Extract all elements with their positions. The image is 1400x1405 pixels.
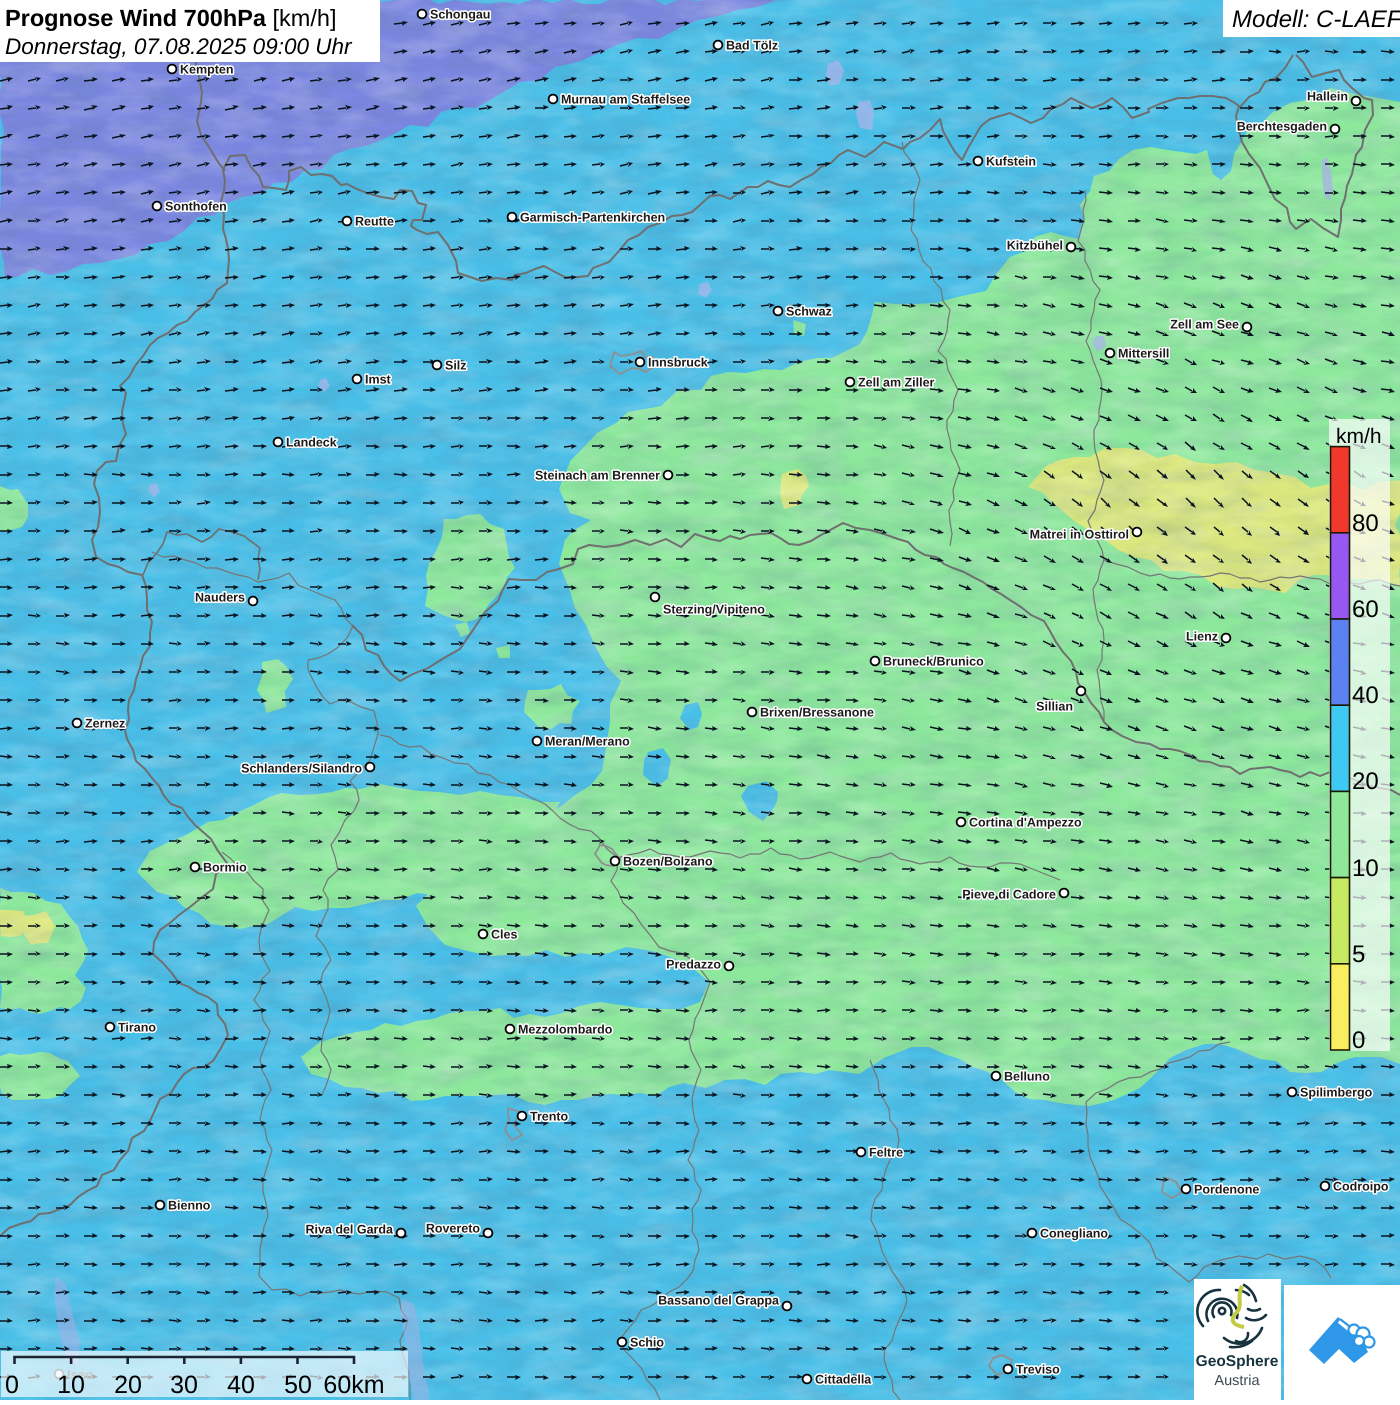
svg-text:Reutte: Reutte: [355, 215, 394, 229]
svg-text:Sonthofen: Sonthofen: [165, 200, 227, 214]
svg-text:Schwaz: Schwaz: [786, 305, 832, 319]
svg-text:Bad Tölz: Bad Tölz: [726, 39, 778, 53]
svg-text:Cittadella: Cittadella: [815, 1373, 872, 1387]
svg-text:50: 50: [284, 1371, 312, 1399]
svg-text:5: 5: [1352, 941, 1365, 968]
svg-text:Hallein: Hallein: [1307, 90, 1348, 104]
svg-text:Codroipo: Codroipo: [1333, 1180, 1389, 1194]
svg-text:Bruneck/Brunico: Bruneck/Brunico: [883, 655, 984, 669]
svg-text:Innsbruck: Innsbruck: [648, 356, 708, 370]
svg-text:Bassano del Grappa: Bassano del Grappa: [658, 1294, 780, 1308]
svg-text:Kufstein: Kufstein: [986, 155, 1036, 169]
svg-text:40: 40: [1352, 682, 1379, 709]
svg-text:Steinach am Brenner: Steinach am Brenner: [535, 469, 660, 483]
svg-text:Donnerstag, 07.08.2025 09:00 U: Donnerstag, 07.08.2025 09:00 Uhr: [5, 34, 353, 59]
svg-text:Imst: Imst: [365, 373, 392, 387]
svg-text:Sillian: Sillian: [1036, 700, 1073, 714]
svg-text:0: 0: [1352, 1027, 1365, 1054]
svg-text:GeoSphere: GeoSphere: [1196, 1353, 1279, 1370]
svg-text:60: 60: [1352, 596, 1379, 623]
svg-text:Treviso: Treviso: [1016, 1363, 1060, 1377]
svg-text:Silz: Silz: [445, 359, 467, 373]
svg-text:Cortina d'Ampezzo: Cortina d'Ampezzo: [969, 816, 1082, 830]
svg-text:Conegliano: Conegliano: [1040, 1227, 1108, 1241]
svg-text:Bormio: Bormio: [203, 861, 247, 875]
svg-text:Zernez: Zernez: [85, 717, 125, 731]
svg-text:Trento: Trento: [530, 1110, 569, 1124]
svg-text:Sterzing/Vipiteno: Sterzing/Vipiteno: [663, 603, 765, 617]
svg-text:40: 40: [227, 1371, 255, 1399]
svg-text:Tirano: Tirano: [118, 1021, 156, 1035]
svg-text:Bozen/Bolzano: Bozen/Bolzano: [623, 855, 713, 869]
svg-text:Spilimbergo: Spilimbergo: [1300, 1086, 1373, 1100]
svg-text:Kitzbühel: Kitzbühel: [1007, 239, 1063, 253]
svg-text:Landeck: Landeck: [286, 436, 337, 450]
svg-text:Matrei in Osttirol: Matrei in Osttirol: [1030, 528, 1129, 542]
svg-text:Bienno: Bienno: [168, 1199, 211, 1213]
svg-text:km/h: km/h: [1336, 425, 1382, 448]
svg-text:30: 30: [170, 1371, 198, 1399]
svg-text:Zell am See: Zell am See: [1170, 318, 1239, 332]
svg-text:Austria: Austria: [1214, 1373, 1260, 1389]
svg-text:Berchtesgaden: Berchtesgaden: [1237, 120, 1327, 134]
svg-text:Pordenone: Pordenone: [1194, 1183, 1259, 1197]
svg-text:Predazzo: Predazzo: [666, 958, 721, 972]
svg-text:Mittersill: Mittersill: [1118, 347, 1169, 361]
svg-text:Zell am Ziller: Zell am Ziller: [858, 376, 935, 390]
svg-text:Feltre: Feltre: [869, 1146, 903, 1160]
svg-text:Prognose Wind 700hPa [km/h]: Prognose Wind 700hPa [km/h]: [5, 5, 336, 31]
svg-text:Rovereto: Rovereto: [426, 1222, 481, 1236]
svg-text:Modell: C-LAEF: Modell: C-LAEF: [1232, 6, 1400, 33]
svg-text:Mezzolombardo: Mezzolombardo: [518, 1023, 613, 1037]
svg-text:Schlanders/Silandro: Schlanders/Silandro: [241, 762, 362, 776]
svg-text:20: 20: [114, 1371, 142, 1399]
svg-text:Pieve di Cadore: Pieve di Cadore: [962, 888, 1056, 902]
svg-text:10: 10: [57, 1371, 85, 1399]
svg-text:Belluno: Belluno: [1004, 1070, 1050, 1084]
svg-text:Brixen/Bressanone: Brixen/Bressanone: [760, 706, 874, 720]
svg-text:20: 20: [1352, 768, 1379, 795]
svg-text:Murnau am Staffelsee: Murnau am Staffelsee: [561, 93, 690, 107]
svg-text:Nauders: Nauders: [195, 591, 245, 605]
svg-text:Garmisch-Partenkirchen: Garmisch-Partenkirchen: [520, 211, 665, 225]
svg-text:Schongau: Schongau: [430, 8, 490, 22]
svg-text:Lienz: Lienz: [1186, 630, 1218, 644]
svg-text:Schio: Schio: [630, 1336, 664, 1350]
svg-text:10: 10: [1352, 855, 1379, 882]
svg-text:0: 0: [5, 1371, 19, 1399]
svg-text:80: 80: [1352, 510, 1379, 537]
svg-text:Riva del Garda: Riva del Garda: [305, 1223, 394, 1237]
svg-text:Cles: Cles: [491, 928, 517, 942]
svg-text:Meran/Merano: Meran/Merano: [545, 735, 630, 749]
svg-text:60km: 60km: [323, 1371, 384, 1399]
svg-text:Kempten: Kempten: [180, 63, 233, 77]
